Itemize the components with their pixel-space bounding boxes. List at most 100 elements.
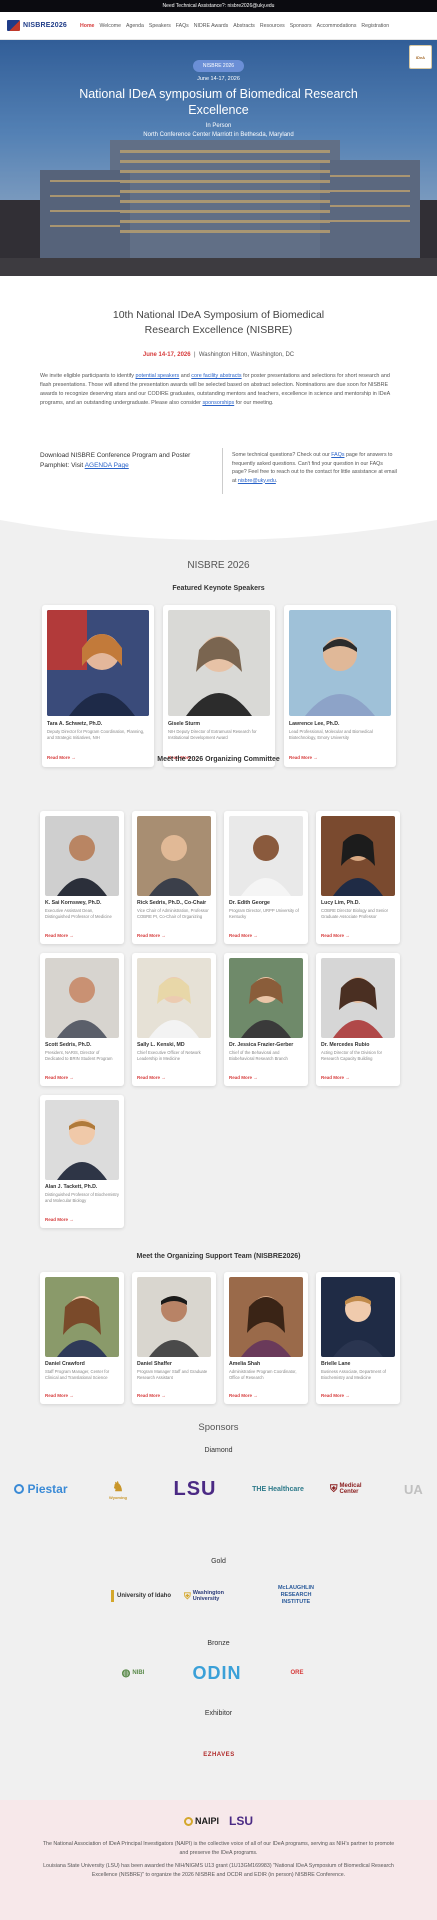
sponsor-logo-nibi[interactable]: ◍ NIBI [108, 1662, 158, 1684]
keynote-card[interactable]: Gisele Sturm NIH Deputy Director of Extr… [163, 605, 275, 767]
member-title: COBRE Director Biology and Senior Gradua… [321, 908, 389, 919]
intro-section: 10th National IDeA Symposium of Biomedic… [0, 276, 437, 520]
crest-icon: ⛨ [330, 1483, 338, 1495]
nav-item-faqs[interactable]: FAQs [176, 23, 189, 29]
agenda-page-link[interactable]: AGENDA Page [85, 462, 129, 469]
member-title: Business Associate, Department of Bioche… [321, 1369, 386, 1380]
sponsor-logo-ore[interactable]: ORE [282, 1660, 312, 1686]
nav-item-accommodations[interactable]: Accommodations [317, 23, 357, 29]
read-more-link[interactable]: Read More → [45, 933, 74, 938]
member-photo [137, 1277, 211, 1357]
member-name: Daniel Shaffer [137, 1361, 172, 1367]
read-more-link[interactable]: Read More → [45, 1217, 74, 1222]
member-photo [321, 816, 395, 896]
member-name: Amelia Shah [229, 1361, 261, 1367]
tier-bronze: Bronze [207, 1640, 230, 1647]
globe-icon: ◍ [121, 1667, 131, 1679]
committee-card[interactable]: Scott Sedris, Ph.D. President, NARIS, Di… [40, 953, 124, 1086]
nav-item-resources[interactable]: Resources [260, 23, 285, 29]
nav-item-abstracts[interactable]: Abstracts [233, 23, 255, 29]
footer: NAIPI LSU The National Association of ID… [0, 1800, 437, 1920]
read-more-link[interactable]: Read More → [137, 1075, 166, 1080]
uidaho-bar-icon [110, 1590, 114, 1602]
member-photo [137, 958, 211, 1038]
nav-item-speakers[interactable]: Speakers [149, 23, 171, 29]
sponsor-logo-medical-center[interactable]: ⛨ Medical Center [330, 1478, 380, 1500]
nav-menu: Home Welcome Agenda Speakers FAQs NIDRE … [80, 23, 430, 29]
hero-title: National IDeA symposium of Biomedical Re… [79, 87, 358, 117]
sponsor-logo-lsu[interactable]: LSU [166, 1476, 224, 1502]
footer-logos: NAIPI LSU [0, 1814, 437, 1828]
keynote-heading: Featured Keynote Speakers [172, 585, 265, 592]
tier-gold: Gold [211, 1558, 226, 1565]
support-card[interactable]: Brielle Lane Business Associate, Departm… [316, 1272, 400, 1404]
nav-item-home[interactable]: Home [80, 23, 94, 29]
nav-item-registration[interactable]: Registration [361, 23, 389, 29]
read-more-link[interactable]: Read More → [45, 1393, 74, 1398]
nav-item-awards[interactable]: NIDRE Awards [194, 23, 229, 29]
read-more-link[interactable]: Read More → [137, 1393, 166, 1398]
read-more-link[interactable]: Read More → [45, 1075, 74, 1080]
intro-paragraph: We invite eligible participants to ident… [40, 373, 390, 406]
sponsor-logo-exhibitor[interactable]: EZHAVES [186, 1748, 252, 1762]
member-title: Acting Director of the Division for Rese… [321, 1050, 382, 1061]
hero-date: June 14-17, 2026 [197, 76, 240, 82]
sponsor-logo-healthcare[interactable]: THE Healthcare [248, 1478, 308, 1500]
nav-item-agenda[interactable]: Agenda [126, 23, 144, 29]
member-title: Program Manager Staff and Graduate Resea… [137, 1369, 208, 1380]
speaker-name: Lawrence Lee, Ph.D. [289, 721, 340, 727]
keynote-card[interactable]: Tara A. Schwetz, Ph.D. Deputy Director f… [42, 605, 154, 767]
read-more-link[interactable]: Read More → [321, 933, 350, 938]
section-heading: NISBRE 2026 [187, 560, 250, 571]
program-download: Download NISBRE Conference Program and P… [40, 452, 191, 469]
committee-card[interactable]: Lucy Lim, Ph.D. COBRE Director Biology a… [316, 811, 400, 944]
site-logo[interactable]: NISBRE2026 [7, 20, 67, 31]
keynote-card[interactable]: Lawrence Lee, Ph.D. Lead Professional, M… [284, 605, 396, 767]
sponsor-logo-uidaho[interactable]: University of Idaho [110, 1586, 172, 1606]
lsu-footer-logo: LSU [229, 1814, 253, 1828]
sponsor-logo-mclaughlin[interactable]: McLAUGHLIN RESEARCH INSTITUTE [266, 1582, 326, 1608]
committee-card[interactable]: Rick Sedris, Ph.D., Co-Chair Vice Chair … [132, 811, 216, 944]
read-more-link[interactable]: Read More → [229, 933, 258, 938]
committee-card[interactable]: Dr. Edith George Program Director, URPP … [224, 811, 308, 944]
read-more-link[interactable]: Read More → [321, 1075, 350, 1080]
email-link[interactable]: nisbre@uky.edu [238, 478, 276, 484]
core-facility-abstracts-link[interactable]: core facility abstracts [191, 373, 241, 379]
sponsor-logo-washu[interactable]: ⛨ Washington University [184, 1586, 250, 1606]
sponsor-logo-odin[interactable]: ODIN [186, 1660, 248, 1686]
read-more-link[interactable]: Read More → [229, 1393, 258, 1398]
committee-card[interactable]: Alan J. Tackett, Ph.D. Distinguished Pro… [40, 1095, 124, 1228]
member-title: Administrative Program Coordinator, Offi… [229, 1369, 297, 1380]
sponsor-logo-ua[interactable]: UA [404, 1478, 437, 1500]
member-name: Sally L. Kenski, MD [137, 1042, 185, 1048]
potential-speakers-link[interactable]: potential speakers [135, 373, 179, 379]
speaker-photo [168, 610, 270, 716]
idea-logo-text: IDeA [415, 54, 426, 60]
sponsor-logo-piestar[interactable]: Piestar [10, 1478, 72, 1500]
nav-item-sponsors[interactable]: Sponsors [290, 23, 312, 29]
member-photo [321, 1277, 395, 1357]
piestar-icon [14, 1484, 25, 1494]
support-card[interactable]: Daniel Shaffer Program Manager Staff and… [132, 1272, 216, 1404]
support-card[interactable]: Amelia Shah Administrative Program Coord… [224, 1272, 308, 1404]
member-title: Program Director, URPP University of Ken… [229, 908, 299, 919]
member-photo [45, 1277, 119, 1357]
section-wave [0, 520, 437, 540]
committee-card[interactable]: Sally L. Kenski, MD Chief Executive Offi… [132, 953, 216, 1086]
member-title: Chief of the Behavioral and Biobehaviora… [229, 1050, 288, 1061]
read-more-link[interactable]: Read More → [137, 933, 166, 938]
member-title: Distinguished Professor of Biochemistry … [45, 1192, 119, 1203]
faq-note: Some technical questions? Check out our … [232, 452, 397, 484]
committee-heading: Meet the 2026 Organizing Committee [157, 756, 280, 763]
read-more-link[interactable]: Read More → [321, 1393, 350, 1398]
hero-content: NISBRE 2026 June 14-17, 2026 National ID… [0, 54, 437, 140]
faqs-link[interactable]: FAQs [331, 452, 344, 458]
read-more-link[interactable]: Read More → [229, 1075, 258, 1080]
committee-card[interactable]: Dr. Mercedes Rubio Acting Director of th… [316, 953, 400, 1086]
support-card[interactable]: Daniel Crawford Staff Program Manager, C… [40, 1272, 124, 1404]
committee-card[interactable]: Dr. Jessica Frazier-Gerber Chief of the … [224, 953, 308, 1086]
sponsor-logo-wyoming[interactable]: ♞ Wyoming [102, 1474, 134, 1504]
sponsorships-link[interactable]: sponsorships [202, 400, 234, 406]
nav-item-welcome[interactable]: Welcome [99, 23, 121, 29]
committee-card[interactable]: K. Sai Kornswey, Ph.D. Executive Assista… [40, 811, 124, 944]
